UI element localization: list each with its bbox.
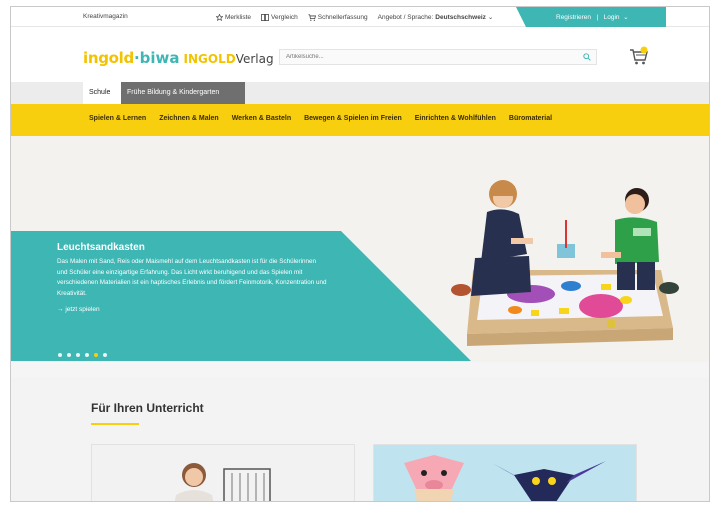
- utility-bar: Kreativmagazin Merkliste Vergleich Schne…: [11, 7, 709, 27]
- watchlist-link[interactable]: Merkliste: [216, 13, 251, 21]
- hero-content: Leuchtsandkasten Das Malen mit Sand, Rei…: [57, 242, 327, 313]
- category-nav: Spielen & Lernen Zeichnen & Malen Werken…: [11, 104, 709, 136]
- slider-dot[interactable]: [85, 353, 89, 357]
- compare-icon: [261, 13, 269, 21]
- cart-small-icon: [308, 13, 316, 21]
- teaser-image-crafts: [374, 445, 636, 501]
- audience-tabs: Schule Frühe Bildung & Kindergarten: [11, 82, 709, 104]
- hero-slider: Leuchtsandkasten Das Malen mit Sand, Rei…: [11, 136, 709, 362]
- section-underline: [91, 423, 139, 425]
- slider-dots: [58, 353, 107, 357]
- teaser-card[interactable]: [373, 444, 637, 501]
- site-header: ingold·biwa INGOLDVerlag: [11, 27, 709, 85]
- search-icon[interactable]: [583, 53, 591, 61]
- watchlist-label: Merkliste: [225, 13, 252, 21]
- nav-item-bewegen-spielen[interactable]: Bewegen & Spielen im Freien: [304, 115, 402, 122]
- search-box: [279, 49, 597, 65]
- region-selector[interactable]: Angebot / Sprache: Deutschschweiz ⌄: [377, 13, 494, 22]
- hero-description: Das Malen mit Sand, Reis oder Maismehl a…: [57, 258, 327, 297]
- nav-item-einrichten[interactable]: Einrichten & Wohlfühlen: [415, 115, 496, 122]
- separator: |: [596, 14, 599, 21]
- quick-entry-label: Schnellerfassung: [317, 13, 368, 21]
- slider-dot-active[interactable]: [94, 353, 98, 357]
- account-links: Registrieren | Login ⌄: [556, 13, 629, 21]
- region-label: Angebot / Sprache:: [377, 13, 434, 21]
- hero-cta-link[interactable]: → jetzt spielen: [57, 306, 100, 313]
- utility-links: Merkliste Vergleich Schnellerfassung Ang…: [216, 13, 493, 21]
- cart-button[interactable]: [629, 46, 649, 66]
- site-logo[interactable]: ingold·biwa INGOLDVerlag: [83, 49, 274, 67]
- arrow-right-icon: →: [57, 306, 64, 313]
- search-input[interactable]: [280, 50, 570, 64]
- logo-biwa: biwa: [139, 49, 180, 67]
- logo-ingold-verlag-b: Verlag: [235, 52, 274, 66]
- slider-dot[interactable]: [67, 353, 71, 357]
- chevron-down-icon: ⌄: [623, 14, 629, 21]
- star-icon: [216, 13, 223, 21]
- account-box: Registrieren | Login ⌄: [516, 7, 666, 27]
- hero-title: Leuchtsandkasten: [57, 242, 145, 253]
- logo-ingold-verlag-a: INGOLD: [183, 52, 236, 66]
- slider-dot[interactable]: [76, 353, 80, 357]
- region-value: Deutschschweiz: [435, 13, 486, 21]
- nav-item-spielen-lernen[interactable]: Spielen & Lernen: [89, 115, 146, 122]
- hero-cta-label: jetzt spielen: [65, 306, 100, 313]
- teaser-image-teacher: [92, 445, 354, 501]
- teaser-card[interactable]: [91, 444, 355, 501]
- login-link[interactable]: Login: [604, 14, 620, 21]
- teaching-section: Für Ihren Unterricht: [11, 378, 709, 501]
- slider-dot[interactable]: [58, 353, 62, 357]
- tab-schule[interactable]: Schule: [83, 82, 121, 104]
- tab-fruehe-bildung[interactable]: Frühe Bildung & Kindergarten: [121, 82, 245, 104]
- compare-label: Vergleich: [271, 13, 298, 21]
- slider-dot[interactable]: [103, 353, 107, 357]
- browser-page: Kreativmagazin Merkliste Vergleich Schne…: [10, 6, 710, 502]
- nav-item-werken-basteln[interactable]: Werken & Basteln: [232, 115, 291, 122]
- nav-item-bueromaterial[interactable]: Büromaterial: [509, 115, 552, 122]
- section-title: Für Ihren Unterricht: [91, 401, 204, 415]
- logo-ingold: ingold: [83, 49, 134, 67]
- chevron-down-icon: ⌄: [487, 14, 494, 21]
- cart-icon: [630, 46, 648, 65]
- magazine-link[interactable]: Kreativmagazin: [83, 13, 128, 20]
- nav-item-zeichnen-malen[interactable]: Zeichnen & Malen: [159, 115, 219, 122]
- compare-link[interactable]: Vergleich: [261, 13, 298, 21]
- register-link[interactable]: Registrieren: [556, 14, 591, 21]
- quick-entry-link[interactable]: Schnellerfassung: [308, 13, 368, 21]
